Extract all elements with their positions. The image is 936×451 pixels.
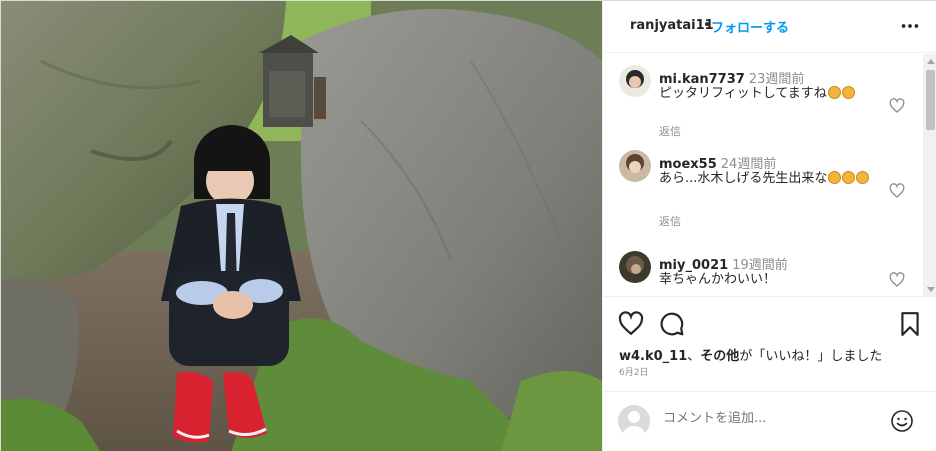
comment-icon[interactable] — [659, 311, 685, 337]
post-photo[interactable] — [1, 1, 602, 451]
clapping-hands-emoji-icon — [827, 86, 841, 99]
scrollbar-thumb[interactable] — [926, 70, 935, 130]
avatar[interactable] — [619, 65, 651, 97]
likes-suffix: が「いいね！」しました — [739, 349, 883, 364]
photo-illustration — [1, 1, 602, 451]
like-heart-icon[interactable] — [618, 311, 644, 337]
comment-item: moex55 24週間前 あら...水木しげる先生出来な 返信 — [603, 150, 923, 240]
comment-like-heart-icon[interactable] — [889, 272, 905, 288]
add-comment-bar — [603, 391, 936, 451]
comment-text: ピッタリフィットしてますね — [659, 83, 897, 105]
comment-like-heart-icon[interactable] — [889, 183, 905, 199]
comments-scrollbar[interactable] — [923, 54, 936, 296]
likes-separator: 、 — [687, 349, 701, 364]
clapping-hands-emoji-icon — [841, 86, 855, 99]
current-user-avatar — [618, 405, 650, 437]
bookmark-icon[interactable] — [897, 311, 923, 337]
comment-text: 幸ちゃんかわいい！ — [659, 272, 777, 287]
post-frame: ranjyatai11 • フォローする mi.kan7737 23週間前 ピッタ… — [0, 0, 936, 451]
comment-item: miy_0021 19週間前 幸ちゃんかわいい！ — [603, 251, 923, 296]
post-actions — [603, 305, 936, 345]
header-separator: • — [703, 18, 711, 33]
avatar[interactable] — [619, 150, 651, 182]
reply-button[interactable]: 返信 — [659, 213, 681, 229]
likes-summary: w4.k0_11、その他が「いいね！」しました — [619, 345, 882, 364]
comment-item: mi.kan7737 23週間前 ピッタリフィットしてますね 返信 — [603, 65, 923, 145]
raised-hands-emoji-icon — [842, 171, 856, 184]
raised-hands-emoji-icon — [828, 171, 842, 184]
follow-button[interactable]: フォローする — [711, 17, 789, 36]
reply-button[interactable]: 返信 — [659, 123, 681, 139]
comment-like-heart-icon[interactable] — [889, 98, 905, 114]
comment-text: あら...水木しげる先生出来な — [659, 168, 897, 190]
comments-list[interactable]: mi.kan7737 23週間前 ピッタリフィットしてますね 返信 moex55 2… — [603, 54, 936, 297]
post-sidebar: ranjyatai11 • フォローする mi.kan7737 23週間前 ピッタ… — [602, 1, 936, 451]
avatar[interactable] — [619, 251, 651, 283]
more-options-icon[interactable] — [899, 15, 921, 37]
likes-others-link[interactable]: その他 — [700, 349, 739, 364]
comment-input[interactable] — [663, 411, 863, 426]
post-date: 6月2日 — [619, 368, 649, 378]
post-header: ranjyatai11 • フォローする — [603, 1, 936, 53]
post-author-username[interactable]: ranjyatai11 — [630, 18, 714, 33]
liker-username[interactable]: w4.k0_11 — [619, 349, 687, 364]
emoji-smiley-icon[interactable] — [890, 409, 914, 433]
scroll-down-arrow-icon[interactable] — [927, 287, 935, 292]
raised-hands-emoji-icon — [856, 171, 870, 184]
scroll-up-arrow-icon[interactable] — [927, 59, 935, 64]
